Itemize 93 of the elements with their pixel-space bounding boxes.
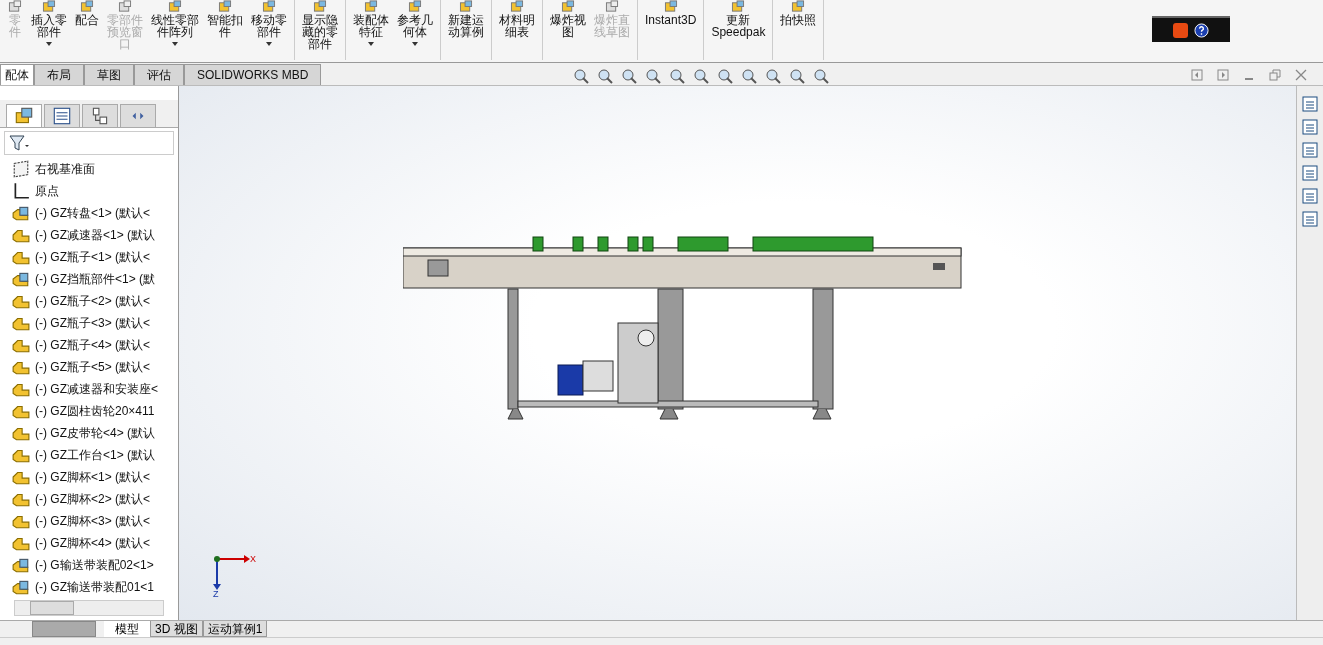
toolbar-button[interactable]: 新建运 动算例 (444, 0, 488, 60)
horizontal-scrollbar[interactable] (14, 600, 164, 616)
toolbar-icon (261, 0, 277, 13)
tree-item[interactable]: (-) GZ转盘<1> (默认< (12, 202, 178, 224)
toolbar-icon (217, 0, 233, 13)
command-tab[interactable]: 评估 (134, 64, 184, 85)
toolbar-icon (363, 0, 379, 13)
tree-item[interactable]: (-) GZ脚杯<3> (默认< (12, 510, 178, 532)
toolbar-icon (509, 0, 525, 13)
toolbar-icon (662, 0, 679, 13)
toolbar-icon (312, 0, 328, 13)
model-tab[interactable]: 模型 (104, 621, 150, 637)
tree-item-label: (-) GZ脚杯<4> (默认< (35, 534, 150, 552)
tree-item[interactable]: (-) GZ瓶子<3> (默认< (12, 312, 178, 334)
tree-item[interactable]: (-) GZ瓶子<5> (默认< (12, 356, 178, 378)
tree-item-label: (-) GZ皮带轮<4> (默认 (35, 424, 155, 442)
toolbar-button[interactable]: 配合 (71, 0, 103, 60)
toolbar-button[interactable]: 拍快照 (776, 0, 821, 60)
tree-item-label: (-) GZ脚杯<1> (默认< (35, 468, 150, 486)
model-tab[interactable]: 运动算例1 (202, 621, 268, 637)
toolbar-button[interactable]: 移动零 部件 (247, 0, 291, 60)
tree-item-label: (-) GZ瓶子<1> (默认< (35, 248, 150, 266)
command-tab[interactable]: SOLIDWORKS MBD (184, 64, 322, 85)
tree-item-label: (-) G输送带装配02<1> (35, 556, 154, 574)
model-tab[interactable]: 3D 视图 (150, 621, 203, 637)
toolbar-icon (167, 0, 183, 13)
custom-properties-icon[interactable] (1299, 209, 1321, 229)
toolbar-button[interactable]: 装配体 特征 (349, 0, 393, 60)
z-axis-label: Z (213, 590, 219, 599)
toolbar-icon (41, 0, 57, 13)
toolbar-button[interactable]: Instant3D (641, 0, 701, 60)
tree-item[interactable]: (-) GZ瓶子<4> (默认< (12, 334, 178, 356)
command-tab[interactable]: 草图 (84, 64, 134, 85)
toolbar-button[interactable]: 爆炸视 图 (546, 0, 590, 60)
tree-item-label: (-) GZ转盘<1> (默认< (35, 204, 150, 222)
tree-item-label: (-) GZ脚杯<3> (默认< (35, 512, 150, 530)
feature-manager-tab[interactable] (6, 104, 42, 127)
command-tab[interactable]: 配体 (0, 64, 34, 85)
tree-item[interactable]: 右视基准面 (12, 158, 178, 180)
toolbar-icon (730, 0, 747, 13)
tree-item[interactable]: (-) GZ工作台<1> (默认 (12, 444, 178, 466)
tree-item-label: (-) GZ输送带装配01<1 (35, 578, 154, 596)
tree-item-label: 原点 (35, 182, 59, 200)
tree-item[interactable]: (-) GZ瓶子<2> (默认< (12, 290, 178, 312)
tree-item[interactable]: (-) G输送带装配02<1> (12, 554, 178, 576)
tree-item[interactable]: (-) GZ皮带轮<4> (默认 (12, 422, 178, 444)
tree-item[interactable]: (-) GZ脚杯<4> (默认< (12, 532, 178, 554)
toolbar-button[interactable]: 显示隐 藏的零 部件 (298, 0, 342, 60)
zoom-area-icon[interactable] (596, 67, 614, 85)
tree-item-label: (-) GZ圆柱齿轮20×411 (35, 402, 155, 420)
filter-icon (9, 135, 29, 151)
configuration-manager-tab[interactable] (82, 104, 118, 127)
tree-item-label: (-) GZ工作台<1> (默认 (35, 446, 155, 464)
tree-item-label: (-) GZ瓶子<4> (默认< (35, 336, 150, 354)
tree-item[interactable]: 原点 (12, 180, 178, 202)
filter-field[interactable] (4, 131, 174, 155)
toolbar-icon (560, 0, 576, 13)
property-manager-tab[interactable] (44, 104, 80, 127)
command-tab[interactable]: 布局 (34, 64, 84, 85)
tree-item-label: (-) GZ脚杯<2> (默认< (35, 490, 150, 508)
toolbar-button[interactable]: 参考几 何体 (393, 0, 437, 60)
toolbar-button[interactable]: 材料明 细表 (495, 0, 539, 60)
input-method-icon[interactable] (1173, 22, 1188, 38)
toolbar-button[interactable]: 线性零部 件阵列 (147, 0, 203, 60)
tree-item[interactable]: (-) GZ输送带装配01<1 (12, 576, 178, 598)
x-axis-label: X (250, 555, 256, 564)
help-icon[interactable] (1194, 22, 1209, 38)
tree-item-label: (-) GZ挡瓶部件<1> (默 (35, 270, 155, 288)
toolbar-icon (790, 0, 807, 13)
tree-item-label: (-) GZ瓶子<3> (默认< (35, 314, 150, 332)
tree-item[interactable]: (-) GZ挡瓶部件<1> (默 (12, 268, 178, 290)
toolbar-icon (458, 0, 474, 13)
tree-item-label: (-) GZ瓶子<2> (默认< (35, 292, 150, 310)
toolbar-icon (79, 0, 95, 13)
tree-item[interactable]: (-) GZ瓶子<1> (默认< (12, 246, 178, 268)
tile-right-icon[interactable] (1217, 69, 1229, 81)
toolbar-button[interactable]: 插入零 部件 (27, 0, 71, 60)
tree-item-label: 右视基准面 (35, 160, 95, 178)
zoom-to-fit-icon[interactable] (572, 67, 590, 85)
scroll-arrows-icon[interactable] (120, 104, 156, 127)
tree-item[interactable]: (-) GZ减速器<1> (默认 (12, 224, 178, 246)
tree-item[interactable]: (-) GZ圆柱齿轮20×411 (12, 400, 178, 422)
tree-item-label: (-) GZ减速器和安装座< (35, 380, 158, 398)
tree-item-label: (-) GZ瓶子<5> (默认< (35, 358, 150, 376)
tree-item-label: (-) GZ减速器<1> (默认 (35, 226, 155, 244)
toolbar-button[interactable]: 智能扣 件 (203, 0, 247, 60)
toolbar-button[interactable]: 更新 Speedpak (707, 0, 770, 60)
close-icon[interactable] (1295, 69, 1307, 81)
tree-item[interactable]: (-) GZ脚杯<1> (默认< (12, 466, 178, 488)
tree-item[interactable]: (-) GZ减速器和安装座< (12, 378, 178, 400)
toolbar-icon (407, 0, 423, 13)
tile-left-icon[interactable] (1191, 69, 1203, 81)
tree-item[interactable]: (-) GZ脚杯<2> (默认< (12, 488, 178, 510)
